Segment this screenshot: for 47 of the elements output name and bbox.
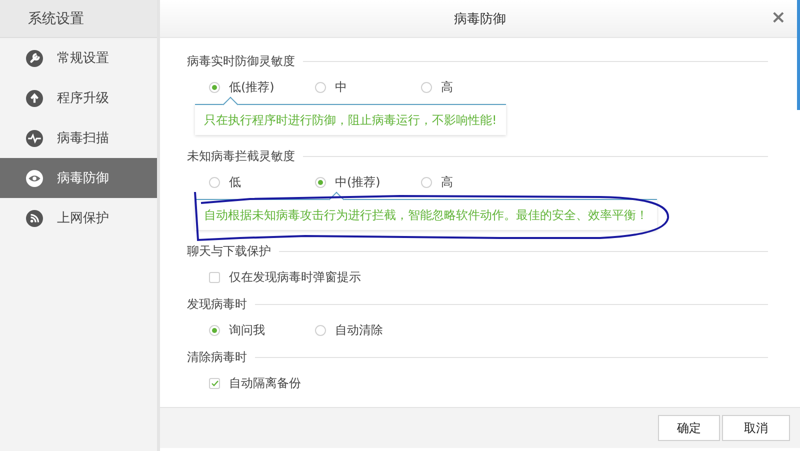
radio-button[interactable] xyxy=(315,176,326,188)
option-label[interactable]: 低 xyxy=(229,174,241,190)
radio-button[interactable] xyxy=(209,176,220,188)
pulse-icon xyxy=(26,130,43,146)
sidebar-item[interactable]: 病毒防御 xyxy=(0,158,157,198)
checkbox[interactable] xyxy=(209,272,220,282)
option-label[interactable]: 中(推荐) xyxy=(335,174,380,190)
tip-text: 自动根据未知病毒攻击行为进行拦截，智能忽略软件动作。最佳的安全、效率平衡！ xyxy=(204,206,648,224)
sidebar-item[interactable]: 病毒扫描 xyxy=(0,118,157,158)
option-label[interactable]: 询问我 xyxy=(229,322,265,338)
sidebar-label: 上网保护 xyxy=(57,210,109,227)
wrench-icon xyxy=(26,50,43,66)
sidebar-title: 系统设置 xyxy=(0,0,157,38)
radio-button[interactable] xyxy=(315,82,326,92)
sidebar-item[interactable]: 程序升级 xyxy=(0,78,157,118)
section-title: 未知病毒拦截灵敏度 xyxy=(187,148,295,164)
scrollbar[interactable] xyxy=(797,0,800,110)
rss-icon xyxy=(26,210,43,226)
section-title: 病毒实时防御灵敏度 xyxy=(187,52,295,70)
option-label[interactable]: 高 xyxy=(441,78,453,96)
section-title: 清除病毒时 xyxy=(187,348,247,366)
option-label[interactable]: 自动隔离备份 xyxy=(229,374,301,392)
tip-text: 只在执行程序时进行防御，阻止病毒运行，不影响性能! xyxy=(204,112,497,128)
section-title: 发现病毒时 xyxy=(187,296,247,312)
checkbox[interactable] xyxy=(209,378,220,388)
sidebar-label: 常规设置 xyxy=(57,50,109,67)
sidebar-label: 程序升级 xyxy=(57,90,109,107)
radio-button[interactable] xyxy=(209,324,220,336)
radio-button[interactable] xyxy=(421,82,432,92)
option-label[interactable]: 仅在发现病毒时弹窗提示 xyxy=(229,268,361,286)
radio-button[interactable] xyxy=(421,176,432,188)
section-title: 聊天与下载保护 xyxy=(187,242,271,260)
cancel-button[interactable]: 取消 xyxy=(722,415,790,441)
sidebar-label: 病毒防御 xyxy=(57,170,109,187)
option-label[interactable]: 低(推荐) xyxy=(229,78,274,96)
ok-button[interactable]: 确定 xyxy=(658,415,720,441)
option-label[interactable]: 自动清除 xyxy=(335,322,383,338)
dialog-title: 病毒防御 xyxy=(454,10,506,28)
sidebar-label: 病毒扫描 xyxy=(57,130,109,147)
radio-button[interactable] xyxy=(315,324,326,336)
option-label[interactable]: 高 xyxy=(441,174,453,190)
option-label[interactable]: 中 xyxy=(335,78,347,96)
sidebar-item[interactable]: 上网保护 xyxy=(0,198,157,238)
sidebar-item[interactable]: 常规设置 xyxy=(0,38,157,78)
radio-button[interactable] xyxy=(209,82,220,92)
eye-icon xyxy=(26,170,43,186)
close-icon[interactable]: × xyxy=(770,8,786,28)
